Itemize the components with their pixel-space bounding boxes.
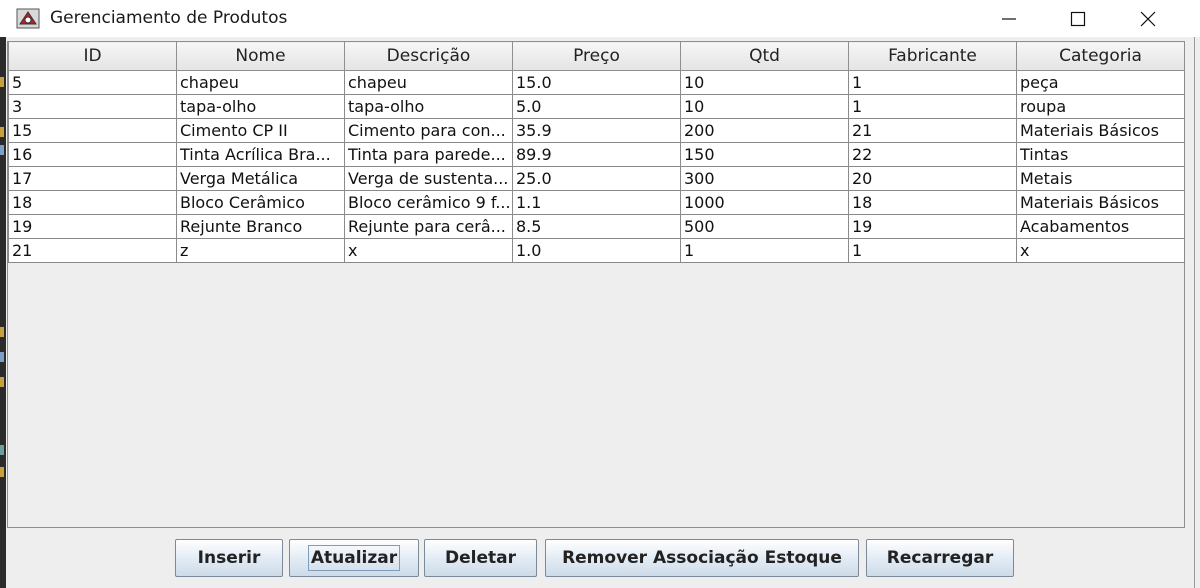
table-cell[interactable]: 17 xyxy=(8,166,177,191)
table-cell[interactable]: chapeu xyxy=(344,70,513,95)
table-row[interactable]: 5 chapeu chapeu 15.0 10 1 peça xyxy=(8,70,1185,95)
products-table[interactable]: ID Nome Descrição Preço Qtd Fabricante C… xyxy=(8,41,1185,263)
recarregar-button[interactable]: Recarregar xyxy=(866,539,1014,577)
table-cell[interactable]: 19 xyxy=(8,214,177,239)
table-cell[interactable]: 19 xyxy=(848,214,1017,239)
table-cell[interactable]: Cimento para con... xyxy=(344,118,513,143)
table-cell[interactable]: 18 xyxy=(8,190,177,215)
atualizar-button-label: Atualizar xyxy=(307,545,401,571)
table-cell[interactable]: 35.9 xyxy=(512,118,681,143)
table-header-row: ID Nome Descrição Preço Qtd Fabricante C… xyxy=(8,41,1185,71)
column-header-descricao[interactable]: Descrição xyxy=(344,41,513,71)
maximize-icon xyxy=(1070,11,1086,26)
table-cell[interactable]: chapeu xyxy=(176,70,345,95)
table-cell[interactable]: 1 xyxy=(848,238,1017,263)
table-cell[interactable]: x xyxy=(344,238,513,263)
table-cell[interactable]: Tinta Acrílica Bra... xyxy=(176,142,345,167)
table-cell[interactable]: peça xyxy=(1016,70,1185,95)
table-cell[interactable]: 21 xyxy=(8,238,177,263)
table-cell[interactable]: 20 xyxy=(848,166,1017,191)
column-header-nome[interactable]: Nome xyxy=(176,41,345,71)
table-cell[interactable]: 10 xyxy=(680,94,849,119)
table-cell[interactable]: 500 xyxy=(680,214,849,239)
column-header-fabricante[interactable]: Fabricante xyxy=(848,41,1017,71)
table-row[interactable]: 21 z x 1.0 1 1 x xyxy=(8,238,1185,263)
table-cell[interactable]: 89.9 xyxy=(512,142,681,167)
table-cell[interactable]: 8.5 xyxy=(512,214,681,239)
table-cell[interactable]: 25.0 xyxy=(512,166,681,191)
table-cell[interactable]: Metais xyxy=(1016,166,1185,191)
table-cell[interactable]: 15.0 xyxy=(512,70,681,95)
table-cell[interactable]: Tintas xyxy=(1016,142,1185,167)
table-cell[interactable]: 1.0 xyxy=(512,238,681,263)
table-cell[interactable]: Rejunte para cerâ... xyxy=(344,214,513,239)
column-header-id[interactable]: ID xyxy=(8,41,177,71)
minimize-button[interactable] xyxy=(974,0,1044,37)
table-cell[interactable]: tapa-olho xyxy=(176,94,345,119)
table-cell[interactable]: Materiais Básicos xyxy=(1016,190,1185,215)
maximize-button[interactable] xyxy=(1043,0,1113,37)
deletar-button-label: Deletar xyxy=(445,548,516,568)
table-cell[interactable]: Bloco cerâmico 9 f... xyxy=(344,190,513,215)
table-cell[interactable]: 21 xyxy=(848,118,1017,143)
table-cell[interactable]: Acabamentos xyxy=(1016,214,1185,239)
table-cell[interactable]: 300 xyxy=(680,166,849,191)
title-bar[interactable]: Gerenciamento de Produtos xyxy=(0,0,1200,37)
inserir-button-label: Inserir xyxy=(197,548,261,568)
table-cell[interactable]: 3 xyxy=(8,94,177,119)
table-cell[interactable]: Bloco Cerâmico xyxy=(176,190,345,215)
table-cell[interactable]: 150 xyxy=(680,142,849,167)
table-cell[interactable]: x xyxy=(1016,238,1185,263)
table-cell[interactable]: Cimento CP II xyxy=(176,118,345,143)
table-cell[interactable]: 15 xyxy=(8,118,177,143)
app-window: Gerenciamento de Produtos ID Nome Descri… xyxy=(0,0,1200,588)
table-cell[interactable]: Materiais Básicos xyxy=(1016,118,1185,143)
inserir-button[interactable]: Inserir xyxy=(175,539,283,577)
table-cell[interactable]: Verga de sustenta... xyxy=(344,166,513,191)
table-cell[interactable]: Rejunte Branco xyxy=(176,214,345,239)
table-cell[interactable]: Tinta para parede... xyxy=(344,142,513,167)
button-bar: Inserir Atualizar Deletar Remover Associ… xyxy=(6,537,1194,581)
table-cell[interactable]: 200 xyxy=(680,118,849,143)
table-cell[interactable]: z xyxy=(176,238,345,263)
table-cell[interactable]: 18 xyxy=(848,190,1017,215)
table-cell[interactable]: Verga Metálica xyxy=(176,166,345,191)
deletar-button[interactable]: Deletar xyxy=(424,539,537,577)
table-cell[interactable]: 1 xyxy=(680,238,849,263)
table-cell[interactable]: roupa xyxy=(1016,94,1185,119)
table-row[interactable]: 19 Rejunte Branco Rejunte para cerâ... 8… xyxy=(8,214,1185,239)
table-row[interactable]: 16 Tinta Acrílica Bra... Tinta para pare… xyxy=(8,142,1185,167)
table-cell[interactable]: 1000 xyxy=(680,190,849,215)
table-cell[interactable]: 1 xyxy=(848,70,1017,95)
table-cell[interactable]: tapa-olho xyxy=(344,94,513,119)
products-table-scrollpane[interactable]: ID Nome Descrição Preço Qtd Fabricante C… xyxy=(7,41,1185,528)
table-cell[interactable]: 5.0 xyxy=(512,94,681,119)
table-row[interactable]: 18 Bloco Cerâmico Bloco cerâmico 9 f... … xyxy=(8,190,1185,215)
table-row[interactable]: 15 Cimento CP II Cimento para con... 35.… xyxy=(8,118,1185,143)
content-pane: ID Nome Descrição Preço Qtd Fabricante C… xyxy=(6,37,1195,588)
java-app-icon xyxy=(16,6,40,30)
table-row[interactable]: 3 tapa-olho tapa-olho 5.0 10 1 roupa xyxy=(8,94,1185,119)
close-icon xyxy=(1140,11,1156,26)
column-header-categoria[interactable]: Categoria xyxy=(1016,41,1185,71)
table-cell[interactable]: 1 xyxy=(848,94,1017,119)
table-cell[interactable]: 5 xyxy=(8,70,177,95)
table-cell[interactable]: 10 xyxy=(680,70,849,95)
minimize-icon xyxy=(1002,17,1016,20)
recarregar-button-label: Recarregar xyxy=(886,548,994,568)
table-row[interactable]: 17 Verga Metálica Verga de sustenta... 2… xyxy=(8,166,1185,191)
window-title: Gerenciamento de Produtos xyxy=(50,8,288,28)
remover-associacao-estoque-button[interactable]: Remover Associação Estoque xyxy=(545,539,859,577)
column-header-qtd[interactable]: Qtd xyxy=(680,41,849,71)
table-cell[interactable]: 1.1 xyxy=(512,190,681,215)
remover-associacao-estoque-button-label: Remover Associação Estoque xyxy=(562,548,842,568)
column-header-preco[interactable]: Preço xyxy=(512,41,681,71)
table-cell[interactable]: 16 xyxy=(8,142,177,167)
close-button[interactable] xyxy=(1113,0,1183,37)
atualizar-button[interactable]: Atualizar xyxy=(289,539,419,577)
table-cell[interactable]: 22 xyxy=(848,142,1017,167)
